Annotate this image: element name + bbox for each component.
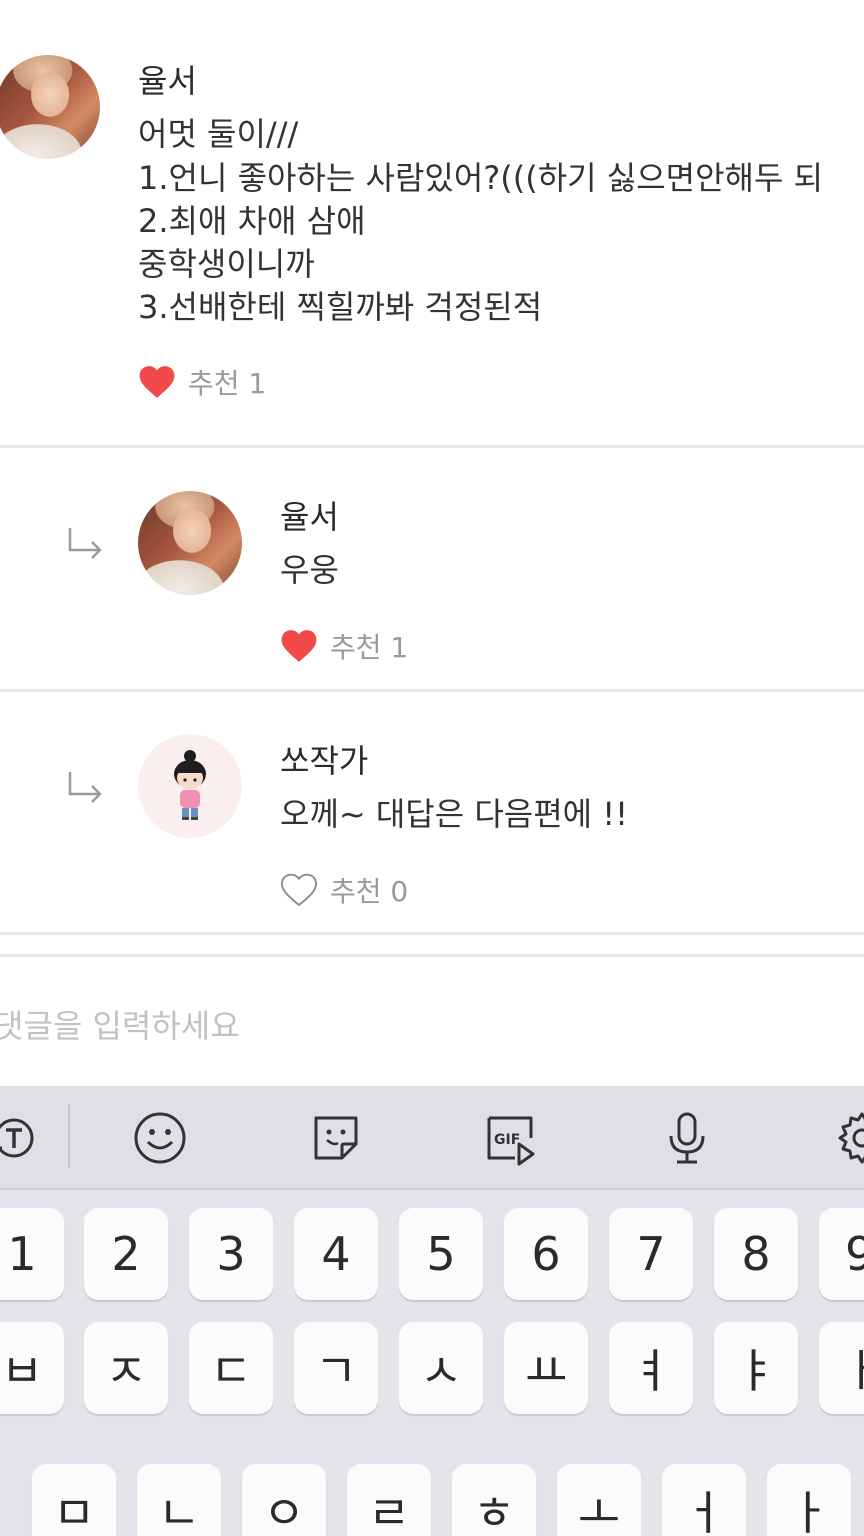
key-yeo[interactable]: ㅕ: [609, 1322, 693, 1414]
heart-filled-icon: [139, 366, 175, 398]
key-2[interactable]: 2: [84, 1208, 168, 1300]
sticker-icon[interactable]: [306, 1108, 366, 1168]
avatar[interactable]: [0, 55, 100, 159]
avatar[interactable]: [138, 491, 242, 595]
comment-line: 3.선배한테 찍힐까봐 걱정된적: [138, 288, 543, 326]
comment-author: 율서: [280, 498, 339, 536]
like-button[interactable]: 추천 1: [138, 362, 266, 402]
heart-filled-icon: [281, 630, 317, 662]
key-b[interactable]: ㅂ: [0, 1322, 64, 1414]
key-r[interactable]: ㄹ: [347, 1464, 431, 1536]
key-j[interactable]: ㅈ: [84, 1322, 168, 1414]
heart-outline-icon: [280, 873, 318, 907]
like-button[interactable]: 추천 0: [280, 870, 408, 910]
comment-line: 1.언니 좋아하는 사람있어?(((하기 싫으면안해두 되: [138, 159, 824, 197]
toolbar-separator: [68, 1104, 70, 1168]
like-count: 추천 1: [330, 631, 409, 664]
key-4[interactable]: 4: [294, 1208, 378, 1300]
key-ng[interactable]: ㅇ: [242, 1464, 326, 1536]
comment-author: 율서: [138, 62, 197, 100]
key-9[interactable]: 9: [819, 1208, 864, 1300]
key-1[interactable]: 1: [0, 1208, 64, 1300]
key-a[interactable]: ㅏ: [767, 1464, 851, 1536]
key-yo[interactable]: ㅛ: [504, 1322, 588, 1414]
divider: [0, 932, 864, 935]
avatar[interactable]: [138, 734, 242, 838]
key-ya[interactable]: ㅑ: [714, 1322, 798, 1414]
reply-arrow-icon: [68, 772, 102, 803]
gif-icon[interactable]: GIF: [481, 1108, 541, 1168]
key-6[interactable]: 6: [504, 1208, 588, 1300]
comment-body: 오께~ 대답은 다음편에 !!: [280, 795, 628, 833]
key-5[interactable]: 5: [399, 1208, 483, 1300]
key-7[interactable]: 7: [609, 1208, 693, 1300]
emoji-icon[interactable]: [130, 1108, 190, 1168]
key-h[interactable]: ㅎ: [452, 1464, 536, 1536]
key-ae[interactable]: ㅐ: [819, 1322, 864, 1414]
key-s[interactable]: ㅅ: [399, 1322, 483, 1414]
comment-line: 어멋 둘이///: [138, 115, 299, 153]
key-g[interactable]: ㄱ: [294, 1322, 378, 1414]
key-m[interactable]: ㅁ: [32, 1464, 116, 1536]
settings-icon[interactable]: [832, 1108, 864, 1168]
svg-text:GIF: GIF: [494, 1132, 520, 1148]
comment-author: 쏘작가: [280, 742, 369, 780]
like-count: 추천 0: [330, 875, 409, 908]
comment-item: 율서 어멋 둘이/// 1.언니 좋아하는 사람있어?(((하기 싫으면안해두 …: [0, 0, 864, 446]
comment-input-placeholder: 댓글을 입력하세요: [0, 1007, 240, 1045]
like-count: 추천 1: [188, 367, 267, 400]
key-8[interactable]: 8: [714, 1208, 798, 1300]
reply-arrow-icon: [68, 528, 102, 559]
character-avatar-icon: [174, 750, 206, 820]
like-button[interactable]: 추천 1: [280, 626, 408, 666]
key-d[interactable]: ㄷ: [189, 1322, 273, 1414]
reply-item: 율서 우웅 추천 1: [0, 448, 864, 689]
key-o[interactable]: ㅗ: [557, 1464, 641, 1536]
keyboard: GIF 1 2 3 4 5 6 7 8 9 ㅂ ㅈ ㄷ ㄱ ㅅ ㅛ ㅕ ㅑ ㅐ …: [0, 1086, 864, 1536]
microphone-icon[interactable]: [657, 1108, 717, 1168]
key-3[interactable]: 3: [189, 1208, 273, 1300]
key-eo[interactable]: ㅓ: [662, 1464, 746, 1536]
comment-line: 2.최애 차애 삼애: [138, 202, 366, 240]
comment-body: 우웅: [280, 551, 339, 589]
keyboard-toolbar: GIF: [0, 1086, 864, 1190]
comment-line: 중학생이니까: [138, 245, 315, 283]
key-n[interactable]: ㄴ: [137, 1464, 221, 1536]
comment-input[interactable]: 댓글을 입력하세요: [0, 954, 864, 1086]
text-mode-icon[interactable]: [0, 1108, 44, 1168]
reply-item: 쏘작가 오께~ 대답은 다음편에 !! 추천 0: [0, 692, 864, 933]
